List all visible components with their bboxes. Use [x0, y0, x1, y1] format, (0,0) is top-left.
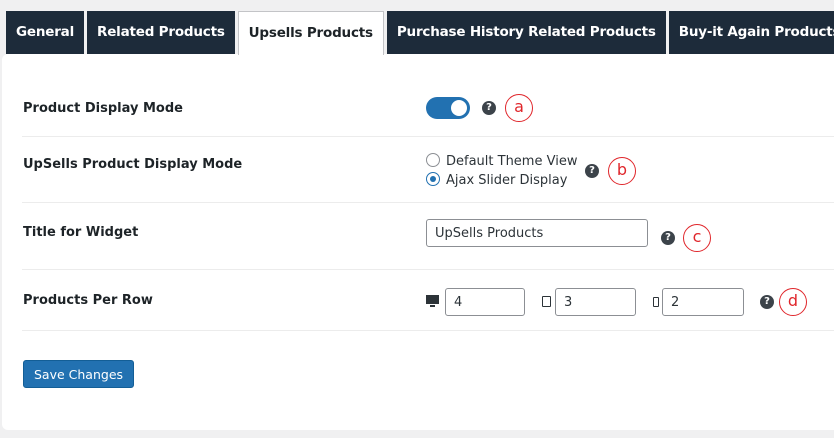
- radio-button[interactable]: [426, 153, 440, 167]
- row-upsells-display-mode: UpSells Product Display Mode Default The…: [22, 137, 834, 203]
- annotation-b: b: [608, 157, 636, 185]
- tab-purchase-history-related-products[interactable]: Purchase History Related Products: [386, 11, 666, 54]
- upsells-display-mode-label: UpSells Product Display Mode: [23, 157, 243, 172]
- products-per-row-label: Products Per Row: [23, 293, 153, 308]
- row-product-display-mode: Product Display Mode ? a: [22, 67, 834, 137]
- desktop-columns-input[interactable]: [445, 288, 525, 316]
- radio-label: Default Theme View: [446, 154, 578, 169]
- mobile-icon: [653, 297, 659, 307]
- desktop-icon: [426, 295, 440, 308]
- tab-upsells-products[interactable]: Upsells Products: [237, 11, 384, 55]
- row-products-per-row: Products Per Row ? d: [22, 270, 834, 331]
- help-icon[interactable]: ?: [661, 231, 675, 245]
- settings-panel: Product Display Mode ? a UpSells Product…: [2, 54, 834, 430]
- save-changes-button[interactable]: Save Changes: [23, 360, 135, 388]
- product-display-mode-toggle[interactable]: [426, 97, 470, 119]
- annotation-a: a: [505, 94, 533, 122]
- toggle-knob: [451, 100, 467, 116]
- tab-related-products[interactable]: Related Products: [87, 11, 235, 54]
- product-display-mode-label: Product Display Mode: [23, 101, 183, 116]
- tab-buy-it-again-products[interactable]: Buy-it Again Products: [668, 11, 834, 54]
- radio-default-theme-view[interactable]: Default Theme View: [426, 153, 577, 169]
- tablet-icon: [542, 296, 551, 307]
- tablet-columns-input[interactable]: [555, 288, 636, 316]
- widget-title-input[interactable]: [426, 219, 648, 247]
- radio-label: Ajax Slider Display: [446, 173, 568, 188]
- radio-button[interactable]: [426, 172, 440, 186]
- help-icon[interactable]: ?: [482, 101, 496, 115]
- help-icon[interactable]: ?: [585, 164, 599, 178]
- annotation-c: c: [683, 224, 711, 252]
- title-for-widget-label: Title for Widget: [23, 225, 139, 240]
- mobile-columns-input[interactable]: [662, 288, 744, 316]
- tab-general[interactable]: General: [6, 11, 84, 54]
- radio-ajax-slider-display[interactable]: Ajax Slider Display: [426, 172, 567, 188]
- settings-tabs: General Related Products Upsells Product…: [6, 11, 834, 55]
- annotation-d: d: [779, 288, 807, 316]
- help-icon[interactable]: ?: [760, 295, 774, 309]
- row-title-for-widget: Title for Widget ? c: [22, 203, 834, 270]
